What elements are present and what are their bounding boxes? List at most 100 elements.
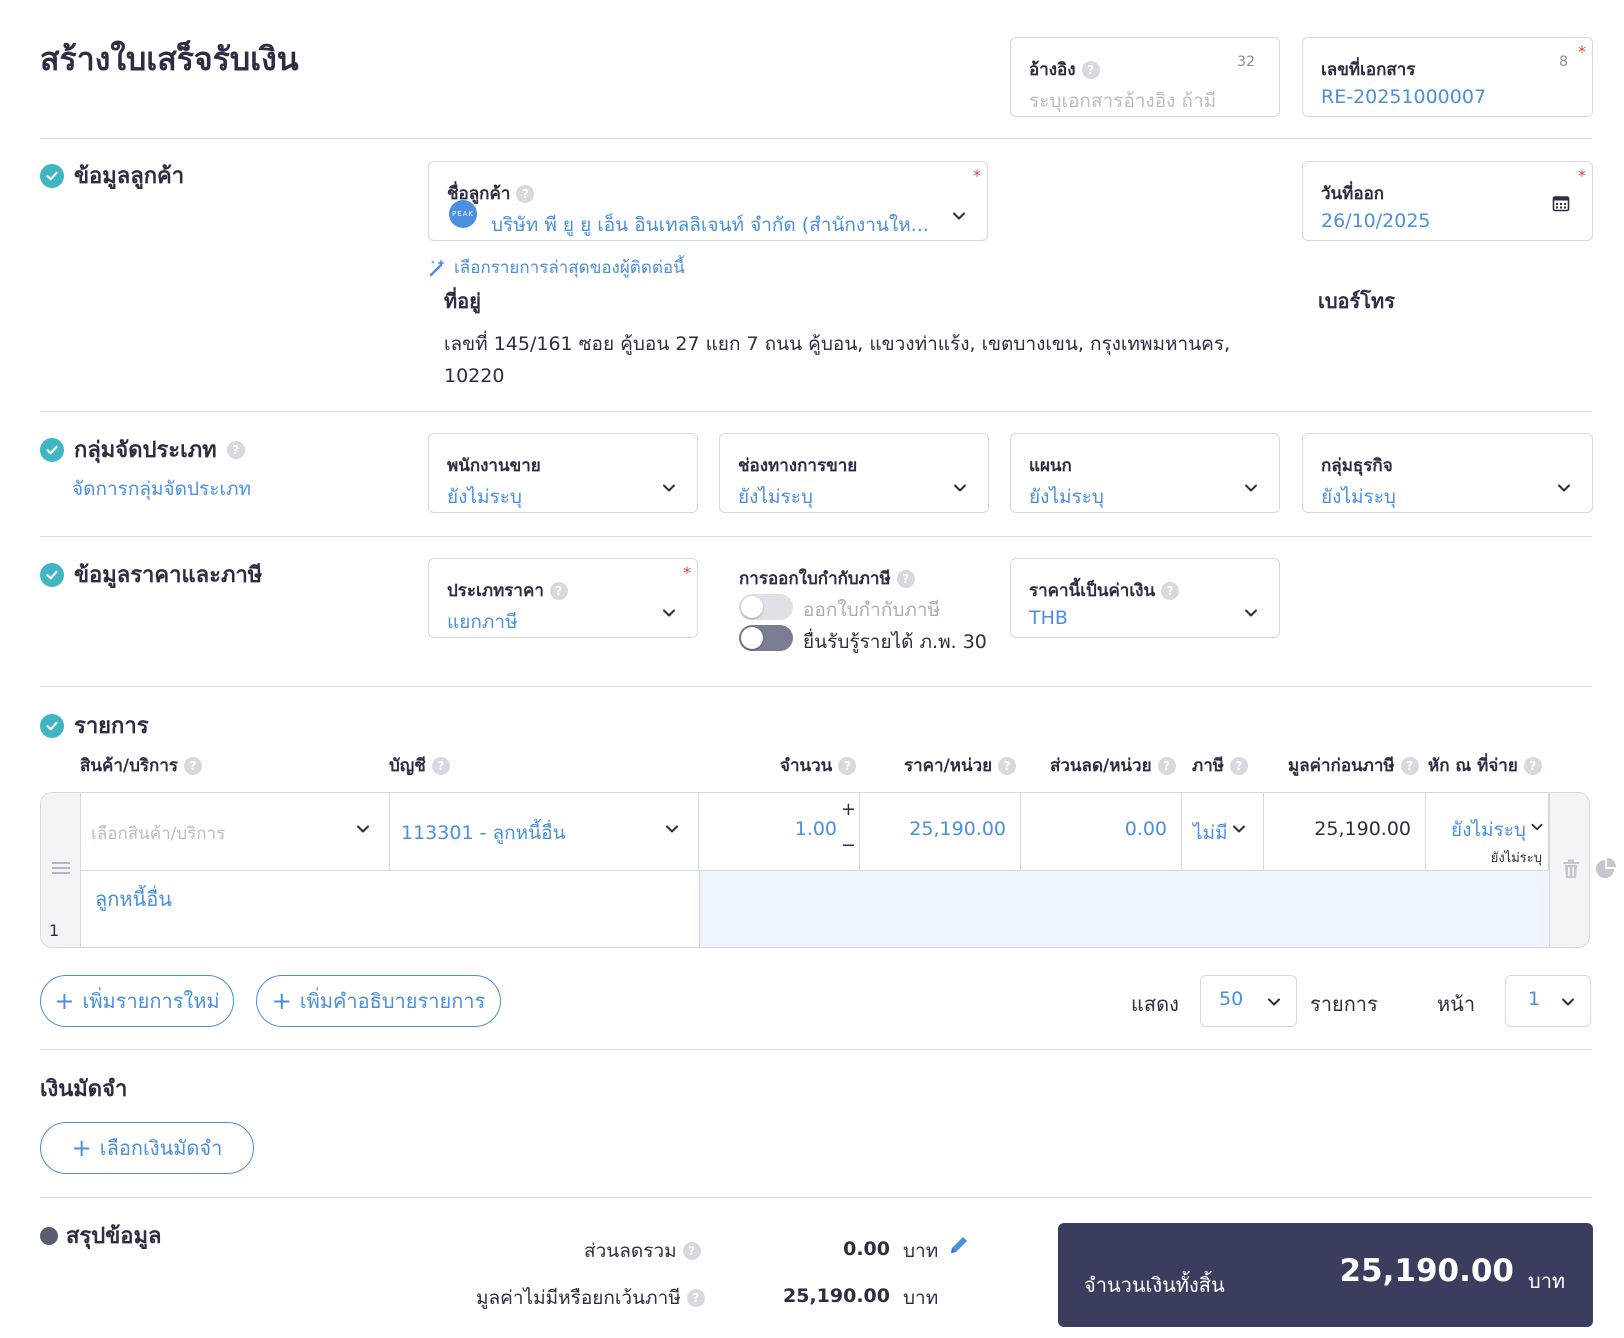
divider [40, 1197, 1592, 1198]
items-table: 1 เลือกสินค้า/บริการ 113301 - ลูกหนี้อื่… [40, 792, 1590, 948]
summary-title: สรุปข้อมูล [40, 1218, 161, 1253]
row-drag-handle[interactable]: 1 [41, 793, 81, 947]
recent-contact-link[interactable]: เลือกรายการล่าสุดของผู้ติดต่อนี้ [428, 254, 685, 281]
reference-label: อ้างอิง [1029, 60, 1076, 80]
increment-icon[interactable]: + [841, 799, 856, 820]
address-label: ที่อยู่ [444, 289, 481, 313]
chevron-down-icon [663, 484, 675, 492]
issue-date-field[interactable]: วันที่ออก * 26/10/2025 [1302, 161, 1593, 241]
chevron-down-icon [1233, 825, 1245, 833]
help-icon[interactable]: ? [549, 581, 568, 600]
price-type-select[interactable]: ประเภทราคา? * แยกภาษี [428, 558, 698, 638]
help-icon[interactable]: ? [838, 756, 857, 775]
currency-unit: บาท [903, 1240, 939, 1262]
revenue-pp30-toggle[interactable] [739, 625, 793, 651]
description-area [699, 871, 1549, 947]
select-deposit-button[interactable]: + เลือกเงินมัดจำ [40, 1122, 254, 1174]
help-icon[interactable]: ? [431, 756, 450, 775]
quantity-stepper[interactable]: 1.00 + − [699, 793, 860, 871]
header-account: บัญชี? [389, 752, 450, 779]
add-item-button[interactable]: + เพิ่มรายการใหม่ [40, 975, 234, 1027]
customer-name-select[interactable]: ชื่อลูกค้า? * PEAK บริษัท พี ยู ยู เอ็น … [428, 161, 988, 241]
manage-classification-link[interactable]: จัดการกลุ่มจัดประเภท [72, 474, 251, 504]
help-icon[interactable]: ? [682, 1242, 701, 1260]
header-tax: ภาษี? [1192, 752, 1248, 779]
required-marker: * [1578, 42, 1586, 61]
help-icon[interactable]: ? [1523, 756, 1542, 775]
total-discount-label: ส่วนลดรวม? [584, 1236, 701, 1266]
issue-tax-invoice-toggle[interactable] [739, 594, 793, 620]
product-select[interactable]: เลือกสินค้า/บริการ [81, 793, 390, 871]
drag-handle-icon [52, 862, 70, 874]
help-icon[interactable]: ? [1081, 60, 1100, 79]
divider [40, 1049, 1592, 1050]
item-description[interactable]: ลูกหนี้อื่น [81, 871, 699, 947]
page-number-select[interactable]: 1 [1505, 975, 1591, 1027]
add-description-button[interactable]: + เพิ่มคำอธิบายรายการ [256, 975, 501, 1027]
document-number-input[interactable]: RE-20251000007 [1321, 86, 1486, 108]
discount-input[interactable]: 0.00 [1021, 793, 1182, 871]
help-icon[interactable]: ? [516, 184, 535, 203]
document-number-counter: 8 [1559, 54, 1568, 70]
divider [40, 411, 1592, 412]
business-group-select[interactable]: กลุ่มธุรกิจ ยังไม่ระบุ [1302, 433, 1593, 513]
help-icon[interactable]: ? [1161, 581, 1180, 600]
sales-channel-select[interactable]: ช่องทางการขาย ยังไม่ระบุ [719, 433, 989, 513]
header-withholding: หัก ณ ที่จ่าย? [1428, 752, 1542, 779]
chevron-down-icon [357, 825, 369, 833]
plus-icon: + [271, 987, 292, 1015]
chevron-down-icon [953, 212, 965, 220]
decrement-icon[interactable]: − [841, 835, 856, 856]
salesperson-select[interactable]: พนักงานขาย ยังไม่ระบุ [428, 433, 698, 513]
help-icon[interactable]: ? [896, 569, 915, 588]
pie-chart-icon[interactable] [1594, 858, 1616, 880]
header-discount: ส่วนลด/หน่วย? [1050, 752, 1176, 779]
header-unit-price: ราคา/หน่วย? [904, 752, 1017, 779]
chevron-down-icon [666, 825, 678, 833]
revenue-pp30-label: ยื่นรับรู้รายได้ ภ.พ. 30 [803, 631, 987, 653]
required-marker: * [1578, 166, 1586, 185]
help-icon[interactable]: ? [226, 440, 245, 459]
address-text: เลขที่ 145/161 ซอย คู้บอน 27 แยก 7 ถนน ค… [444, 333, 1231, 387]
help-icon[interactable]: ? [998, 756, 1017, 775]
pencil-icon[interactable] [948, 1234, 970, 1256]
page-size-select[interactable]: 50 [1200, 975, 1297, 1027]
customer-name-value: บริษัท พี ยู ยู เอ็น อินเทลลิเจนท์ จำกัด… [491, 214, 929, 236]
help-icon[interactable]: ? [686, 1289, 705, 1307]
customer-section-title: ข้อมูลลูกค้า [40, 158, 184, 193]
currency-select[interactable]: ราคานี้เป็นค่าเงิน? THB [1010, 558, 1280, 638]
chevron-down-icon [1562, 998, 1574, 1006]
items-section-title: รายการ [40, 708, 149, 743]
tax-select[interactable]: ไม่มี [1182, 793, 1264, 871]
phone-label: เบอร์โทร [1318, 289, 1395, 313]
department-select[interactable]: แผนก ยังไม่ระบุ [1010, 433, 1280, 513]
header-product: สินค้า/บริการ? [80, 752, 203, 779]
unit-price-input[interactable]: 25,190.00 [860, 793, 1021, 871]
issue-tax-invoice-label: ออกใบกำกับภาษี [803, 599, 941, 621]
chevron-down-icon [1531, 823, 1543, 831]
calendar-icon[interactable] [1552, 194, 1570, 212]
trash-icon[interactable] [1562, 859, 1580, 879]
issue-date-value[interactable]: 26/10/2025 [1321, 210, 1431, 232]
help-icon[interactable]: ? [1400, 756, 1419, 775]
reference-input[interactable]: ระบุเอกสารอ้างอิง ถ้ามี [1029, 86, 1216, 116]
issue-date-label: วันที่ออก [1321, 184, 1385, 204]
account-select[interactable]: 113301 - ลูกหนี้อื่น [390, 793, 699, 871]
pricing-section-title: ข้อมูลราคาและภาษี [40, 557, 262, 592]
divider [40, 686, 1592, 687]
check-circle-icon [40, 713, 64, 738]
help-icon[interactable]: ? [1229, 756, 1248, 775]
status-dot-icon [40, 1226, 58, 1245]
required-marker: * [973, 166, 981, 185]
grand-total-unit: บาท [1528, 1269, 1566, 1293]
non-tax-value: 25,190.00 [783, 1285, 890, 1307]
check-circle-icon [40, 562, 64, 587]
divider [40, 536, 1592, 537]
withholding-select[interactable]: ยังไม่ระบุ ยังไม่ระบุ [1426, 793, 1549, 871]
help-icon[interactable]: ? [184, 756, 203, 775]
currency-unit: บาท [903, 1287, 939, 1309]
chevron-down-icon [1245, 484, 1257, 492]
document-number-field[interactable]: เลขที่เอกสาร 8 * RE-20251000007 [1302, 37, 1593, 117]
reference-field[interactable]: อ้างอิง? 32 ระบุเอกสารอ้างอิง ถ้ามี [1010, 37, 1280, 117]
help-icon[interactable]: ? [1157, 756, 1176, 775]
